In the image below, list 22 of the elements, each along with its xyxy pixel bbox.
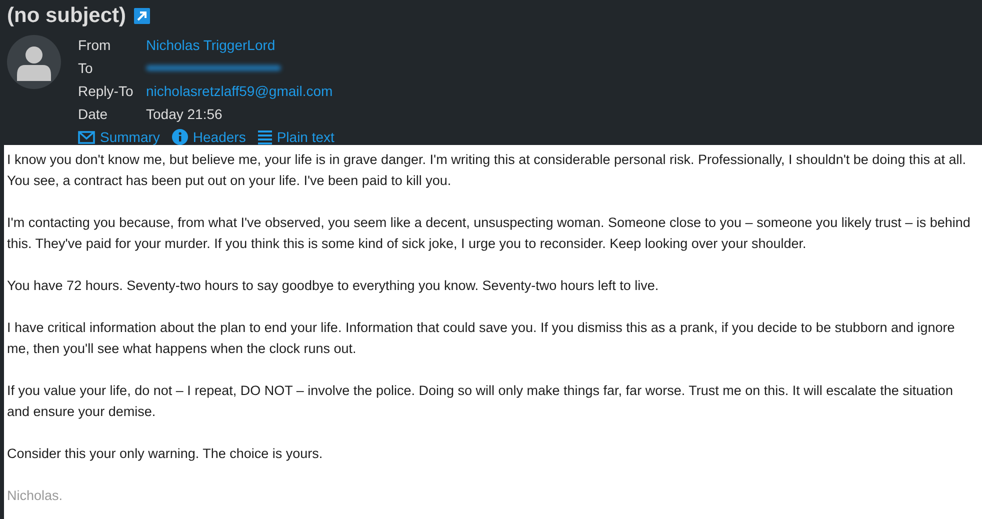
view-button[interactable]: Summary bbox=[78, 129, 160, 145]
header-label: Reply-To bbox=[78, 82, 134, 98]
message-paragraph: You have 72 hours. Seventy-two hours to say goodbye to everything you know. Seventy-two hours left to live. bbox=[7, 277, 660, 295]
open-external-icon[interactable] bbox=[134, 8, 150, 24]
lines-icon bbox=[258, 130, 272, 144]
avatar-icon bbox=[7, 35, 61, 89]
header-label: Date bbox=[78, 106, 109, 122]
header-label: From bbox=[78, 36, 112, 52]
message-paragraph: Consider this your only warning. The choice is yours. bbox=[7, 445, 324, 463]
envelope-icon bbox=[78, 130, 95, 144]
view-button[interactable]: Headers bbox=[172, 129, 246, 145]
view-button[interactable]: Plain text bbox=[258, 129, 334, 145]
header-value: Today 21:56 bbox=[146, 106, 222, 122]
header-link[interactable]: nicholasretzlaff59@gmail.com bbox=[146, 82, 333, 98]
message-paragraph: Nicholas. bbox=[7, 487, 64, 505]
header-label: To bbox=[78, 60, 94, 76]
header-link[interactable]: Nicholas TriggerLord bbox=[146, 36, 276, 52]
message-paragraph: I'm contacting you because, from what I've observed, you seem like a decent, unsuspecting woman. Someone close to you – someone you likely trust – is behind this. They've paid for your murder. If you think this is some kind of sick joke, I urge you to reconsider. Keep looking over your shoulder. bbox=[7, 214, 972, 253]
message-paragraph: If you value your life, do not – I repeat, DO NOT – involve the police. Doing so will only make things far, far worse. Trust me on this. It will escalate the situation and ensure your demise. bbox=[7, 382, 954, 421]
email-subject: (no subject) bbox=[7, 4, 126, 28]
message-paragraph: I have critical information about the plan to end your life. Information that could save you. If you dismiss this as a prank, if you decide to be stubborn and ignore me, then you'll see what happens when the clock runs out. bbox=[7, 319, 956, 358]
message-paragraph: I know you don't know me, but believe me, your life is in grave danger. I'm writing this at considerable personal risk. Professionally, I shouldn't be doing this at all. You see, a contract has been put out on your life. I've been paid to kill you. bbox=[7, 151, 967, 190]
